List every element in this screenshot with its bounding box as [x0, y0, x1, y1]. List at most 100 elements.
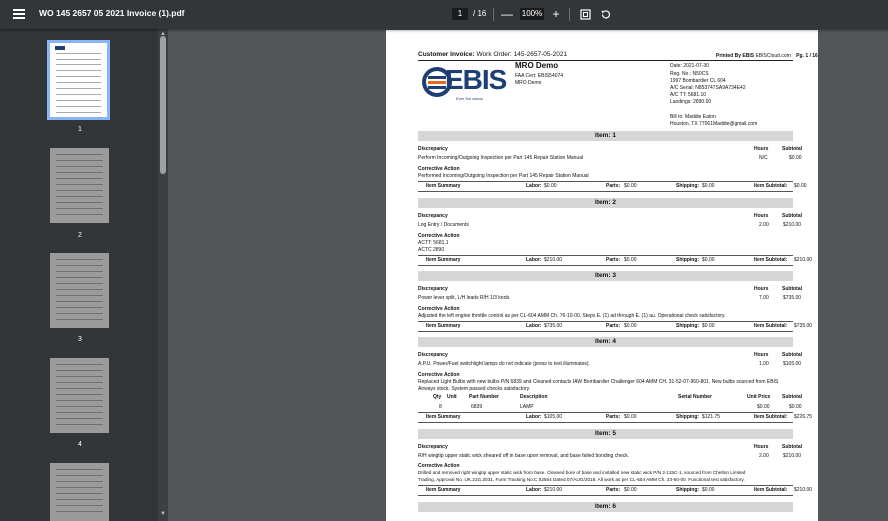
discrepancy-label: Discrepancy [418, 213, 448, 219]
faa-cert: FAA Cert: EBIS54074 [515, 73, 564, 79]
company-line: MRO Demo [515, 80, 542, 86]
item-header: Item: 3 [418, 271, 793, 281]
part-number: 6839 [471, 404, 483, 410]
item-summary-row: Item Summary Labor: $105.00 Parts: $0.00 S… [426, 414, 813, 420]
landings: Landings: 2890.00 [670, 99, 712, 105]
subtotal-label: Subtotal [782, 213, 802, 219]
page-thumbnail-1[interactable] [47, 40, 110, 120]
invoice-heading: Customer Invoice: Work Order: 145-2657-0… [418, 51, 567, 58]
divider [418, 191, 793, 192]
item-summary-row: Item Summary Labor: $735.00 Parts: $0.00 S… [426, 323, 813, 329]
item-subtotal: $735.00 [783, 295, 802, 301]
item-hours: 1.00 [759, 361, 769, 367]
item-summary-row: Item Summary Labor: $210.00 Parts: $0.00 S… [426, 487, 813, 493]
item-subtotal: $105.00 [783, 361, 802, 367]
part-number-label: Part Number [469, 394, 500, 400]
description-label: Description [520, 394, 548, 400]
company-name: MRO Demo [515, 61, 559, 70]
toolbar-divider [493, 8, 494, 21]
item-hours: 7.00 [759, 295, 769, 301]
thumbnail-number: 2 [78, 232, 82, 239]
corrective-label: Corrective Action [418, 372, 460, 378]
corrective-text: ACTC 2890 [418, 247, 445, 253]
sidebar-scrollbar-thumb[interactable] [160, 36, 166, 174]
thumbnail-number: 4 [78, 441, 82, 448]
hours-label: Hours [754, 286, 769, 292]
aircraft-model: 1997 Bombardier CL 604 [670, 78, 726, 84]
corrective-label: Corrective Action [418, 166, 460, 172]
item-hours: 2.00 [759, 453, 769, 459]
serial-number-label: Serial Number [678, 394, 712, 400]
page-thumbnail-4[interactable] [50, 358, 109, 433]
zoom-in-button[interactable]: + [549, 6, 563, 22]
page-total: / 16 [473, 9, 487, 18]
document-title: WO 145 2657 05 2021 Invoice (1).pdf [39, 8, 185, 18]
item-summary-row: Item Summary Labor: $0.00 Parts: $0.00 Shi… [426, 183, 807, 189]
pdf-page: Customer Invoice: Work Order: 145-2657-0… [386, 30, 818, 521]
menu-icon[interactable] [13, 7, 25, 21]
work-order-number: Work Order: 145-2657-05-2021 [476, 51, 568, 58]
discrepancy-text: R/H wingtip upper static wick sheared of… [418, 453, 630, 459]
corrective-label: Corrective Action [418, 306, 460, 312]
hours-label: Hours [754, 444, 769, 450]
part-description: LAMP [520, 404, 534, 410]
aircraft-total-time: A/C TT: 5681.10 [670, 92, 707, 98]
corrective-label: Corrective Action [418, 233, 460, 239]
divider [418, 60, 793, 61]
corrective-label: Corrective Action [418, 463, 460, 469]
item-header: Item: 1 [418, 131, 793, 141]
item-header: Item: 4 [418, 337, 793, 347]
corrective-text: Performed Incoming/Outgoing Inspection p… [418, 173, 589, 179]
discrepancy-text: Log Entry / Documents [418, 222, 469, 228]
discrepancy-text: Power lever split, L/H leads R/H 1/3 kno… [418, 295, 511, 301]
invoice-heading-label: Customer Invoice: [418, 51, 475, 58]
rotate-icon[interactable] [598, 6, 612, 22]
part-unit-price: $0.00 [757, 404, 770, 410]
item-subtotal: $0.00 [789, 155, 802, 161]
corrective-text: Replaced Light Bulbs with new bulbs P/N … [418, 379, 779, 385]
thumbnail-number: 1 [78, 126, 82, 133]
pdf-toolbar: WO 145 2657 05 2021 Invoice (1).pdf 1 / … [0, 0, 888, 29]
subtotal-label: Subtotal [782, 352, 802, 358]
scroll-down-icon[interactable]: ▼ [159, 511, 167, 517]
thumbnail-number: 3 [78, 336, 82, 343]
fit-to-page-icon[interactable] [578, 6, 592, 22]
page-thumbnail-3[interactable] [50, 253, 109, 328]
item-header: Item: 2 [418, 198, 793, 208]
hours-label: Hours [754, 146, 769, 152]
page-thumbnail-5[interactable] [50, 463, 109, 521]
divider [418, 422, 793, 423]
hours-label: Hours [754, 352, 769, 358]
divider [418, 265, 793, 266]
corrective-text: Drilled and removed right wingtip upper … [418, 470, 746, 475]
discrepancy-label: Discrepancy [418, 146, 448, 152]
item-subtotal: $210.00 [783, 453, 802, 459]
subtotal-label: Subtotal [782, 394, 802, 400]
thumbnail-sidebar: 1 2 3 4 [0, 29, 168, 521]
discrepancy-label: Discrepancy [418, 444, 448, 450]
toolbar-divider [569, 8, 570, 21]
ebis-logo: EBIS Ever Sol utions [420, 64, 520, 104]
divider [418, 495, 793, 496]
subtotal-label: Subtotal [782, 146, 802, 152]
discrepancy-label: Discrepancy [418, 352, 448, 358]
corrective-text: Adjusted the left engine throttle contro… [418, 313, 726, 319]
qty-label: Qty [433, 394, 442, 400]
corrective-text: Airways stock. System passed checks sati… [418, 386, 531, 392]
item-header: Item: 6 [418, 502, 793, 512]
zoom-out-button[interactable]: — [500, 6, 514, 22]
subtotal-label: Subtotal [782, 286, 802, 292]
aircraft-serial: A/C Serial: N853747SA9A734E42 [670, 85, 746, 91]
part-qty: 8 [439, 404, 442, 410]
corrective-text: ACTT: 5681.1 [418, 240, 449, 246]
invoice-date: Date: 2021-07-30 [670, 63, 709, 69]
zoom-input[interactable]: 100% [520, 8, 544, 20]
item-summary-row: Item Summary Labor: $210.00 Parts: $0.00 S… [426, 257, 813, 263]
page-number-input[interactable]: 1 [452, 8, 468, 20]
item-header: Item: 5 [418, 429, 793, 439]
unit-label: Unit [447, 394, 457, 400]
printed-by: Printed By EBIS EBISCloud.com Pg. 1 / 16 [716, 53, 818, 59]
unit-price-label: Unit Price [747, 394, 771, 400]
page-thumbnail-2[interactable] [50, 148, 109, 223]
discrepancy-label: Discrepancy [418, 286, 448, 292]
